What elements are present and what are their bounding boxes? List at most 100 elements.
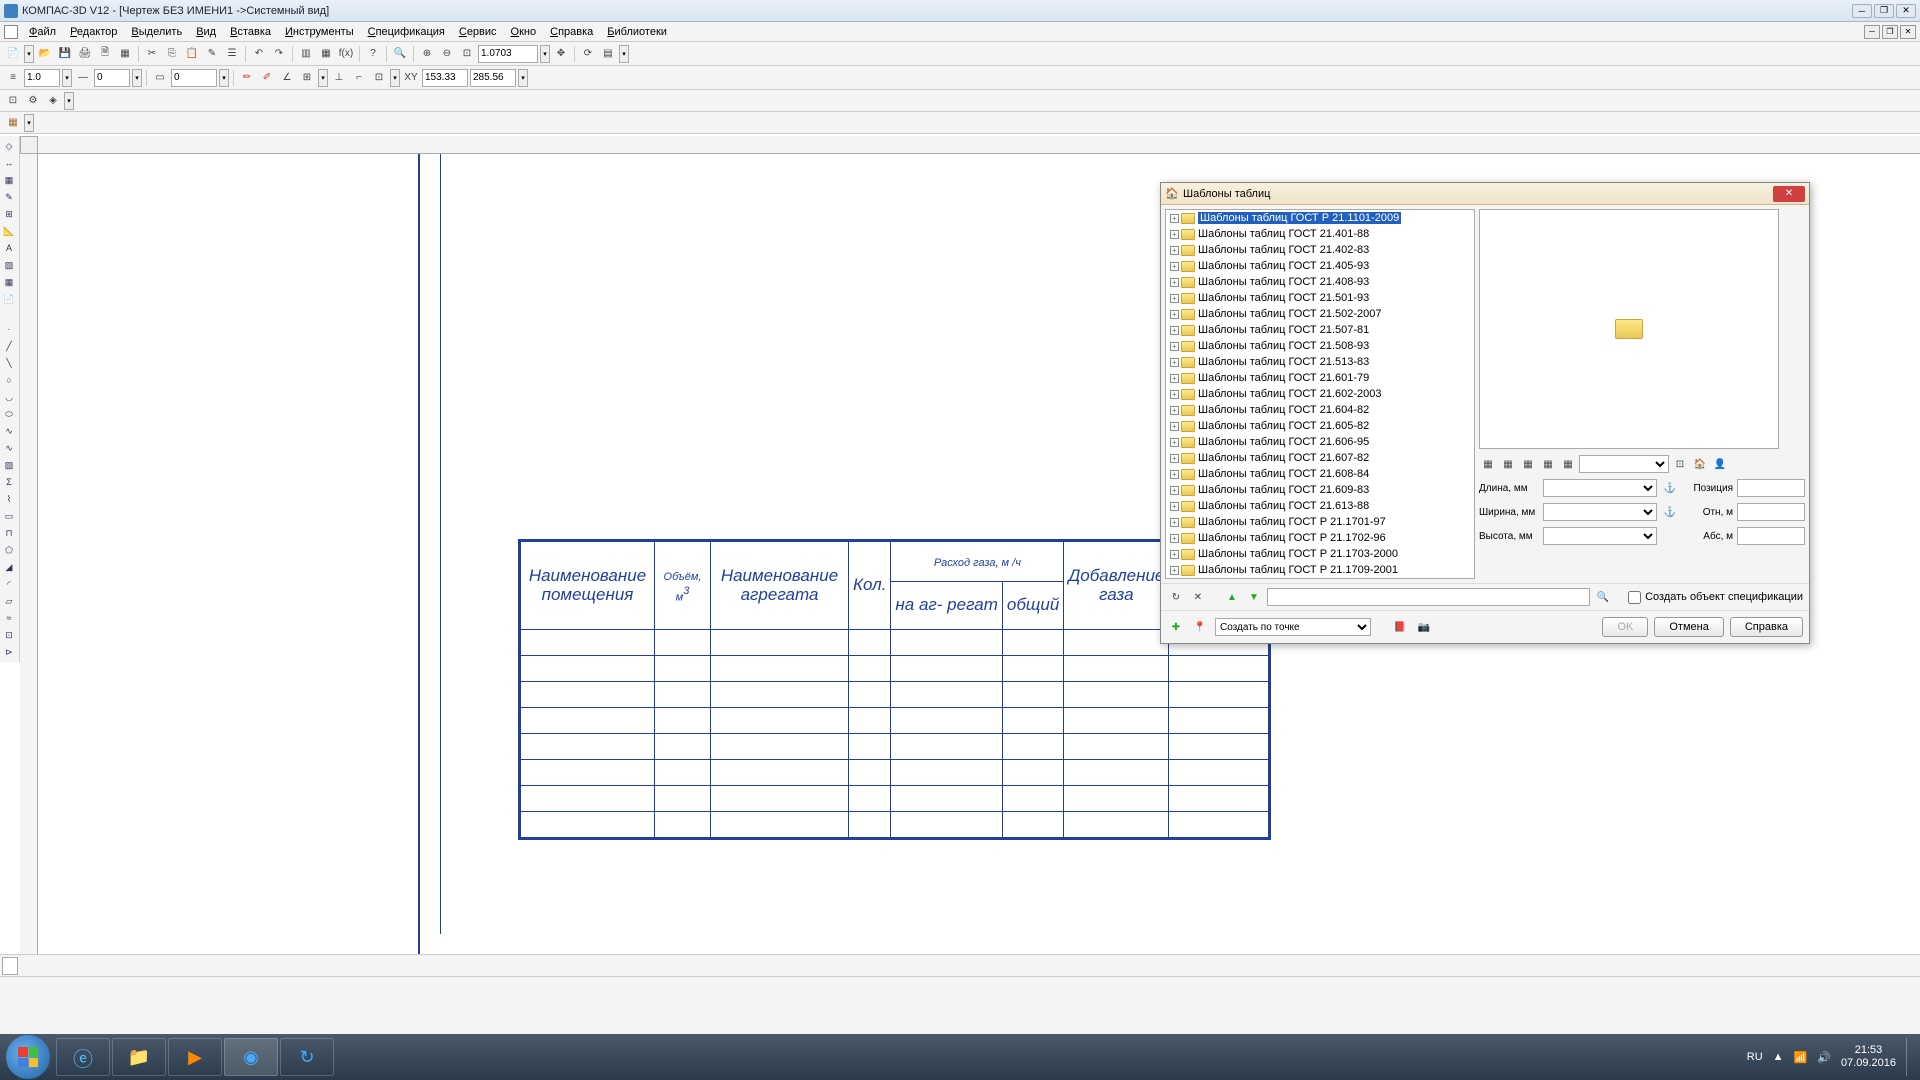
menu-edit[interactable]: Редактор [63, 24, 124, 40]
copyprops-icon[interactable]: ✎ [203, 45, 221, 63]
expand-icon[interactable]: + [1170, 310, 1179, 319]
expand-icon[interactable]: + [1170, 422, 1179, 431]
tree-item[interactable]: +Шаблоны таблиц ГОСТ 21.501-93 [1166, 290, 1474, 306]
height-input[interactable] [1543, 527, 1657, 545]
menu-view[interactable]: Вид [189, 24, 223, 40]
anchor-icon[interactable]: ⚓ [1661, 479, 1679, 497]
menu-select[interactable]: Выделить [124, 24, 189, 40]
maximize-button[interactable]: ❐ [1874, 4, 1894, 18]
redo-icon[interactable]: ↷ [270, 45, 288, 63]
txt2-icon[interactable]: Σ [1, 474, 17, 490]
expand-icon[interactable]: + [1170, 470, 1179, 479]
preview-icon[interactable]: 🗎 [96, 45, 114, 63]
aux1-icon[interactable]: ⊡ [4, 92, 22, 110]
tree-item[interactable]: +Шаблоны таблиц ГОСТ Р 21.1701-97 [1166, 514, 1474, 530]
tb-refresh-icon[interactable]: ↻ [1167, 588, 1185, 606]
pl-icon[interactable]: ⌇ [1, 491, 17, 507]
open-icon[interactable]: 📂 [36, 45, 54, 63]
tree-item[interactable]: +Шаблоны таблиц ГОСТ 21.607-82 [1166, 450, 1474, 466]
snapset-icon[interactable]: ⊡ [370, 69, 388, 87]
poly-icon[interactable]: ⬠ [1, 542, 17, 558]
tray-net-icon[interactable]: 📶 [1794, 1051, 1808, 1064]
measure-icon[interactable]: 📐 [1, 223, 17, 239]
circ-icon[interactable]: ○ [1, 372, 17, 388]
layer-input[interactable] [171, 69, 217, 87]
ok-button[interactable]: OK [1602, 617, 1648, 637]
tray-vol-icon[interactable]: 🔊 [1817, 1051, 1831, 1064]
new-icon[interactable]: 📄 [4, 45, 22, 63]
tb-down-icon[interactable]: ▼ [1245, 588, 1263, 606]
insert-mode-combo[interactable]: Создать по точке [1215, 618, 1371, 636]
pos-input[interactable] [1737, 479, 1805, 497]
abs-input[interactable] [1737, 527, 1805, 545]
point-icon[interactable]: 📍 [1191, 618, 1209, 636]
zp1-icon[interactable]: ⊡ [1671, 455, 1689, 473]
help-icon[interactable]: ? [364, 45, 382, 63]
zoomfit-icon[interactable]: ⊡ [458, 45, 476, 63]
expand-icon[interactable]: + [1170, 390, 1179, 399]
close-button[interactable]: ✕ [1896, 4, 1916, 18]
cut-icon[interactable]: ✂ [143, 45, 161, 63]
cam-icon[interactable]: 📷 [1415, 618, 1433, 636]
menu-libs[interactable]: Библиотеки [600, 24, 674, 40]
help-button[interactable]: Справка [1730, 617, 1803, 637]
tree-item[interactable]: +Шаблоны таблиц ГОСТ Р 21.1101-2009 [1166, 210, 1474, 226]
expand-icon[interactable]: + [1170, 438, 1179, 447]
expand-icon[interactable]: + [1170, 262, 1179, 271]
ortho-icon[interactable]: ⊥ [330, 69, 348, 87]
coord-y[interactable] [470, 69, 516, 87]
expand-icon[interactable]: + [1170, 534, 1179, 543]
rnd-icon[interactable]: ⊓ [1, 525, 17, 541]
tree-item[interactable]: +Шаблоны таблиц ГОСТ 21.401-88 [1166, 226, 1474, 242]
menu-spec[interactable]: Спецификация [361, 24, 452, 40]
tree-item[interactable]: +Шаблоны таблиц ГОСТ 21.508-93 [1166, 338, 1474, 354]
tree-item[interactable]: +Шаблоны таблиц ГОСТ Р 21.1702-96 [1166, 530, 1474, 546]
view-combo[interactable] [1579, 455, 1669, 473]
xy-icon[interactable]: XY [402, 69, 420, 87]
zp3-icon[interactable]: 👤 [1711, 455, 1729, 473]
cham-icon[interactable]: ◢ [1, 559, 17, 575]
layers-icon[interactable]: ▤ [599, 45, 617, 63]
pt-icon[interactable]: · [1, 321, 17, 337]
menu-insert[interactable]: Вставка [223, 24, 278, 40]
rebuild-icon[interactable]: ⟳ [579, 45, 597, 63]
zoomin-icon[interactable]: ⊕ [418, 45, 436, 63]
snap1-icon[interactable]: ✏ [238, 69, 256, 87]
snap-icon[interactable]: ⌐ [350, 69, 368, 87]
hatch2-icon[interactable]: ▨ [1, 457, 17, 473]
edit-icon[interactable]: ✎ [1, 189, 17, 205]
snap2-icon[interactable]: ✐ [258, 69, 276, 87]
dialog-close-button[interactable]: ✕ [1773, 186, 1805, 202]
expand-icon[interactable]: + [1170, 374, 1179, 383]
grid-icon[interactable]: ⊞ [298, 69, 316, 87]
insert-icon[interactable]: ✚ [1167, 618, 1185, 636]
menu-file[interactable]: Файл [22, 24, 63, 40]
zoom-dd[interactable]: ▾ [540, 45, 550, 63]
ell-icon[interactable]: ⬭ [1, 406, 17, 422]
drawing-table[interactable]: Наименование помещения Объём, м3 Наимено… [518, 539, 1271, 840]
paste-icon[interactable]: 📋 [183, 45, 201, 63]
spec-checkbox[interactable] [1628, 591, 1641, 604]
param-icon[interactable]: ⊞ [1, 206, 17, 222]
task-kompas[interactable]: ◉ [224, 1038, 278, 1076]
tree-item[interactable]: +Шаблоны таблиц ГОСТ 21.605-82 [1166, 418, 1474, 434]
expand-icon[interactable]: + [1170, 342, 1179, 351]
undo-icon[interactable]: ↶ [250, 45, 268, 63]
copy-icon[interactable]: ⎘ [163, 45, 181, 63]
cancel-button[interactable]: Отмена [1654, 617, 1723, 637]
dim-icon[interactable]: ↔ [1, 155, 17, 171]
linetype-input[interactable] [24, 69, 60, 87]
tree-item[interactable]: +Шаблоны таблиц ГОСТ Р 21.1709-2001 [1166, 562, 1474, 578]
eq-icon[interactable]: ≈ [1, 610, 17, 626]
expand-icon[interactable]: + [1170, 246, 1179, 255]
expand-icon[interactable]: + [1170, 454, 1179, 463]
snap3-icon[interactable]: ∠ [278, 69, 296, 87]
tree-item[interactable]: +Шаблоны таблиц ГОСТ 21.608-84 [1166, 466, 1474, 482]
zoomwin-icon[interactable]: 🔍 [391, 45, 409, 63]
tray-clock[interactable]: 21:53 07.09.2016 [1841, 1044, 1896, 1070]
expand-icon[interactable]: + [1170, 326, 1179, 335]
line2-icon[interactable]: ╲ [1, 355, 17, 371]
expand-icon[interactable]: + [1170, 518, 1179, 527]
tree-item[interactable]: +Шаблоны таблиц ГОСТ 21.502-2007 [1166, 306, 1474, 322]
menu-help[interactable]: Справка [543, 24, 600, 40]
